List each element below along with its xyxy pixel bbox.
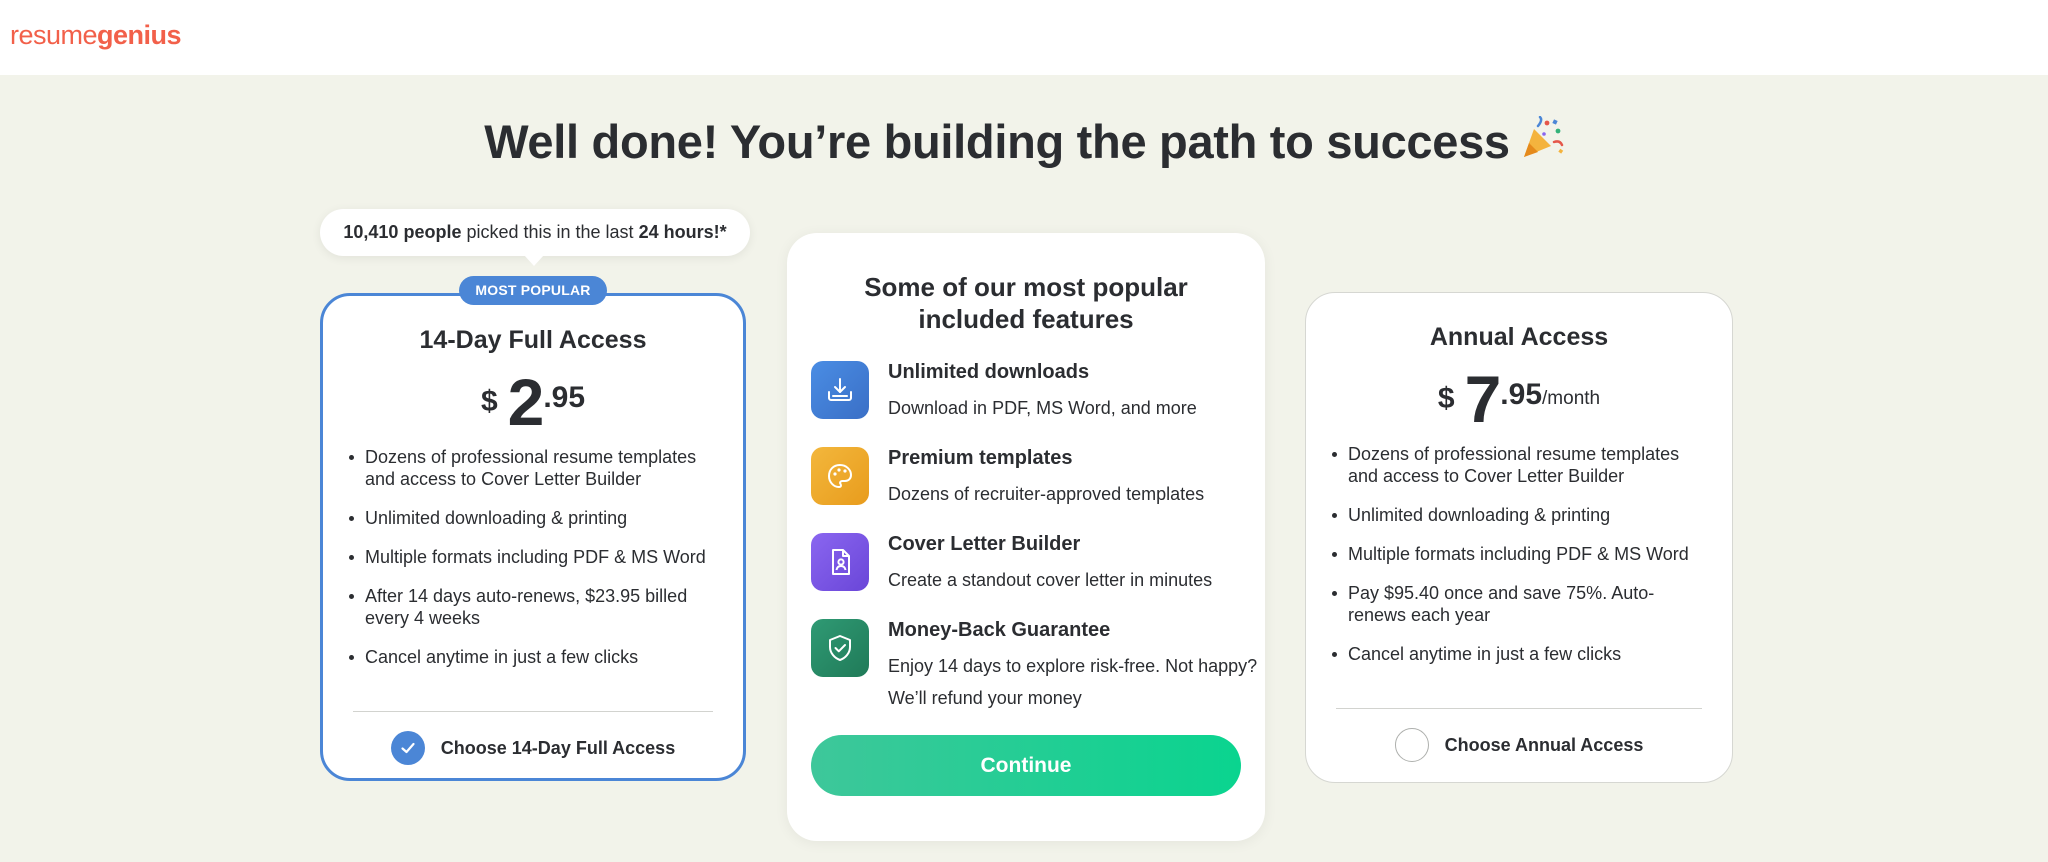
shield-check-icon [811, 619, 869, 677]
price-cents: .95 [543, 381, 586, 414]
divider [353, 711, 713, 712]
headline-text: Well done! You’re building the path to s… [484, 115, 1510, 168]
features-panel-title: Some of our most popular included featur… [787, 271, 1265, 335]
page-headline: Well done! You’re building the path to s… [0, 114, 2048, 169]
plan-feature-list: Dozens of professional resume templates … [1331, 443, 1701, 682]
features-title-line1: Some of our most popular [864, 272, 1188, 302]
plan-title: Annual Access [1429, 323, 1609, 351]
price-period: /month [1542, 388, 1601, 409]
feature-desc: Create a standout cover letter in minute… [888, 570, 1213, 590]
choose-label: Choose Annual Access [1444, 734, 1644, 755]
time-window: 24 hours!* [638, 222, 727, 242]
feature-desc: Download in PDF, MS Word, and more [888, 398, 1197, 418]
people-count: 10,410 people [343, 222, 462, 242]
plan-feature: Pay $95.40 once and save 75%. Auto-renew… [1331, 582, 1701, 626]
plan-feature: Multiple formats including PDF & MS Word [1331, 543, 1701, 565]
logo-text-genius: genius [97, 20, 182, 50]
choose-annual-option[interactable]: Choose Annual Access [1306, 728, 1732, 762]
features-title-line2: included features [918, 304, 1134, 334]
tooltip-tail [524, 255, 544, 266]
feature-title: Cover Letter Builder [888, 533, 1081, 555]
top-bar: resumegenius [0, 0, 2048, 75]
resumegenius-logo[interactable]: resumegenius [10, 20, 182, 51]
price-cents: .95 [1500, 378, 1543, 411]
choose-label: Choose 14-Day Full Access [440, 737, 676, 758]
radio-selected-check-icon[interactable] [390, 731, 425, 765]
divider [1336, 708, 1702, 709]
plan-feature: After 14 days auto-renews, $23.95 billed… [348, 585, 718, 629]
palette-icon [811, 447, 869, 505]
price-whole: 7 [1464, 362, 1502, 436]
social-proof-middle: picked this in the last [461, 222, 639, 242]
document-person-icon [811, 533, 869, 591]
download-icon [811, 361, 869, 419]
plan-feature: Unlimited downloading & printing [1331, 504, 1701, 526]
plan-feature: Cancel anytime in just a few clicks [348, 646, 718, 668]
price-currency: $ [480, 385, 498, 418]
logo-text-resume: resume [10, 20, 98, 50]
feature-desc: Enjoy 14 days to explore risk-free. Not … [888, 656, 1258, 708]
feature-desc: Dozens of recruiter-approved templates [888, 484, 1205, 504]
plan-feature: Unlimited downloading & printing [348, 507, 718, 529]
choose-14-day-option[interactable]: Choose 14-Day Full Access [323, 731, 743, 765]
plan-title: 14-Day Full Access [419, 326, 647, 354]
plan-feature: Multiple formats including PDF & MS Word [348, 546, 718, 568]
plan-card-14-day[interactable]: 14-Day Full Access $2.95 Dozens of profe… [320, 293, 746, 781]
social-proof-tooltip: 10,410 people picked this in the last 24… [320, 209, 750, 266]
price-currency: $ [1437, 382, 1455, 415]
plan-feature: Dozens of professional resume templates … [1331, 443, 1701, 487]
plan-price: $2.95 [323, 364, 743, 440]
plan-price: $7.95/month [1306, 361, 1732, 437]
feature-title: Unlimited downloads [888, 361, 1090, 383]
most-popular-badge: MOST POPULAR [459, 276, 607, 305]
plan-feature-list: Dozens of professional resume templates … [348, 446, 718, 685]
feature-title: Money-Back Guarantee [888, 619, 1111, 641]
party-popper-icon [1523, 116, 1564, 157]
continue-button[interactable]: Continue [811, 735, 1241, 796]
price-whole: 2 [507, 365, 545, 439]
radio-unselected[interactable] [1394, 728, 1429, 762]
plan-feature: Dozens of professional resume templates … [348, 446, 718, 490]
plan-card-annual[interactable]: Annual Access $7.95/month Dozens of prof… [1305, 292, 1733, 783]
plan-feature: Cancel anytime in just a few clicks [1331, 643, 1701, 665]
feature-title: Premium templates [888, 447, 1073, 469]
features-panel: Some of our most popular included featur… [787, 233, 1265, 841]
